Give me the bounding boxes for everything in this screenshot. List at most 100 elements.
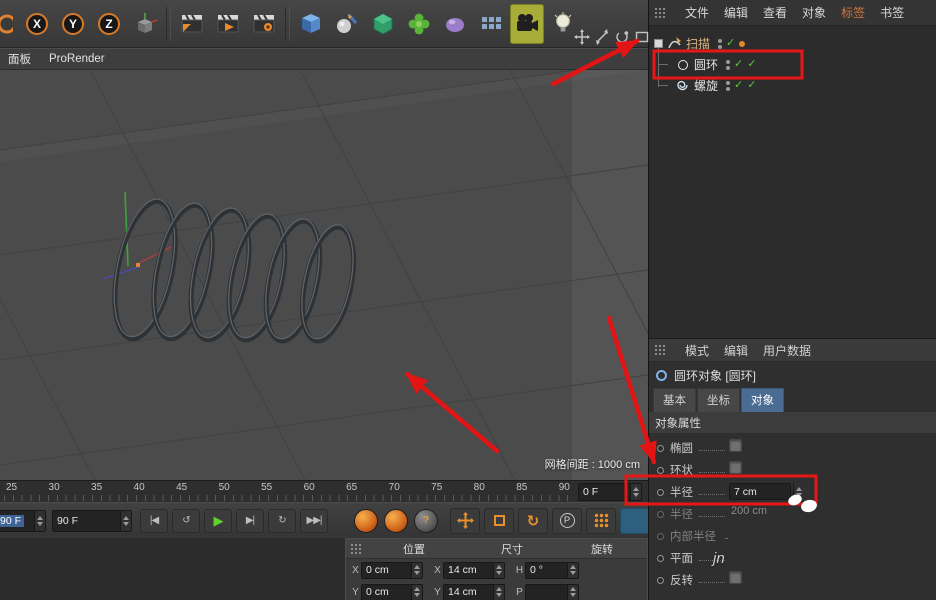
play-button[interactable]: ▶ [204,509,232,533]
end-frame-stepper[interactable] [34,511,45,531]
visibility-dots[interactable] [726,60,730,70]
object-row-helix[interactable]: 螺旋 ✓ ✓ [649,75,809,96]
render-picture-viewer-button[interactable] [211,4,245,44]
pan-view-icon[interactable] [574,29,590,45]
pos-x-field[interactable]: 0 cm [361,562,423,579]
current-frame-field[interactable]: 0 F [578,483,642,501]
viewport-menu-panel[interactable]: 面板 [8,51,31,67]
end-frame-field[interactable]: 90 F [0,510,46,532]
snap-grid-button[interactable] [586,508,616,534]
visibility-dots[interactable] [726,81,730,91]
tab-coordinates[interactable]: 坐标 [697,388,740,412]
svg-text:Y: Y [69,17,77,31]
om-menu-object[interactable]: 对象 [802,4,826,21]
enable-check-icon[interactable]: ✓ [734,80,743,91]
scale-tool-button[interactable] [484,508,514,534]
render-settings-button[interactable] [247,4,281,44]
size-x-field[interactable]: 14 cm [443,562,505,579]
size-y-field[interactable]: 14 cm [443,584,505,600]
attribute-manager-menubar: 模式 编辑 用户数据 [649,338,936,362]
render-settings-round-button[interactable]: ? [414,509,438,533]
goto-end-button[interactable]: ▶▶| [300,509,328,533]
anim-dot-icon[interactable] [657,489,664,496]
om-menu-tags[interactable]: 标签 [841,4,865,21]
svg-text:X: X [33,17,41,31]
rotate-tool-button[interactable]: ↻ [518,508,548,534]
am-menu-userdata[interactable]: 用户数据 [763,342,811,359]
play-backwards-button[interactable]: ↺ [172,509,200,533]
generator-clover-button[interactable] [402,4,436,44]
current-frame-stepper[interactable] [630,484,641,500]
anim-dot-icon[interactable] [657,577,664,584]
enable-check-icon[interactable]: ✓ [726,38,735,49]
panel-grip-icon[interactable] [654,344,666,356]
ellipse-checkbox[interactable] [729,439,742,452]
om-menu-bookmarks[interactable]: 书签 [880,4,904,21]
anim-dot-icon[interactable] [657,533,664,540]
coordinate-system-button[interactable] [128,4,162,44]
rotate-view-icon[interactable] [614,29,630,45]
rot-h-field[interactable]: 0 ° [525,562,579,579]
loop-button[interactable]: ↻ [268,509,296,533]
pos-y-field[interactable]: 0 cm [361,584,423,600]
panel-grip-icon[interactable] [350,543,362,555]
anim-dot-icon[interactable] [657,467,664,474]
render-picture-button[interactable] [384,509,408,533]
viewport-menu-prorender[interactable]: ProRender [49,53,105,65]
tab-object[interactable]: 对象 [741,388,784,412]
timeline-ruler[interactable]: 2530354045505560657075808590 0 F [0,480,648,502]
reverse-checkbox[interactable] [729,571,742,584]
axis-y-button[interactable]: Y [56,4,90,44]
axis-z-button[interactable]: Z [92,4,126,44]
radius-stepper[interactable] [793,483,804,500]
anim-dot-icon[interactable] [657,555,664,562]
goto-start-button[interactable]: |◀ [140,509,168,533]
layer-color-dot[interactable] [739,41,745,47]
anim-dot-icon[interactable] [657,511,664,518]
property-list: 椭圆 环状 半径 7 cm 半径 [649,437,936,591]
axis-x-button[interactable]: X [20,4,54,44]
render-active-view-button[interactable] [354,509,378,533]
anim-dot-icon[interactable] [657,445,664,452]
rotate-icon: ↻ [527,512,540,530]
tick-label: 65 [346,482,357,493]
om-menu-edit[interactable]: 编辑 [724,4,748,21]
parent-tool-button[interactable]: P [552,508,582,534]
attribute-title-text: 圆环对象 [圆环] [674,367,756,384]
viewport-canvas[interactable]: 网格间距 : 1000 cm [0,70,648,480]
subdivision-surface-button[interactable] [366,4,400,44]
primitive-cube-button[interactable] [294,4,328,44]
am-menu-edit[interactable]: 编辑 [724,342,748,359]
enable-check-icon[interactable]: ✓ [747,80,756,91]
frame-stepper[interactable] [120,511,131,531]
camera-tool-button[interactable] [510,4,544,44]
om-menu-view[interactable]: 查看 [763,4,787,21]
toggle-view-icon[interactable] [634,29,650,45]
tab-basic[interactable]: 基本 [653,388,696,412]
object-row-circle[interactable]: 圆环 ✓ ✓ [649,54,809,75]
enable-check-icon[interactable]: ✓ [734,59,743,70]
move-tool-button[interactable] [450,508,480,534]
visibility-dots[interactable] [718,39,722,49]
edge-panel-button[interactable] [620,508,648,534]
coords-row-y: Y 0 cm Y 14 cm P [346,581,647,600]
next-frame-button[interactable]: ▶| [236,509,264,533]
radius-field[interactable]: 7 cm [729,483,791,500]
object-row-sweep[interactable]: 扫描 ✓ [649,33,809,54]
am-menu-mode[interactable]: 模式 [685,342,709,359]
expand-toggle-icon[interactable] [654,39,663,48]
panel-grip-icon[interactable] [654,7,666,19]
metaball-button[interactable] [438,4,472,44]
render-view-button[interactable] [175,4,209,44]
array-button[interactable] [474,4,508,44]
zoom-view-icon[interactable] [594,29,610,45]
enable-check-icon[interactable]: ✓ [747,59,756,70]
paint-sphere-button[interactable] [330,4,364,44]
cut-tool-button[interactable] [0,4,18,44]
toolbar-separator [285,7,290,41]
rot-p-field[interactable] [525,584,579,600]
ring-checkbox[interactable] [729,461,742,474]
grid-spacing-label: 网格间距 : 1000 cm [545,456,640,472]
frame-field[interactable]: 90 F [52,510,132,532]
om-menu-file[interactable]: 文件 [685,4,709,21]
